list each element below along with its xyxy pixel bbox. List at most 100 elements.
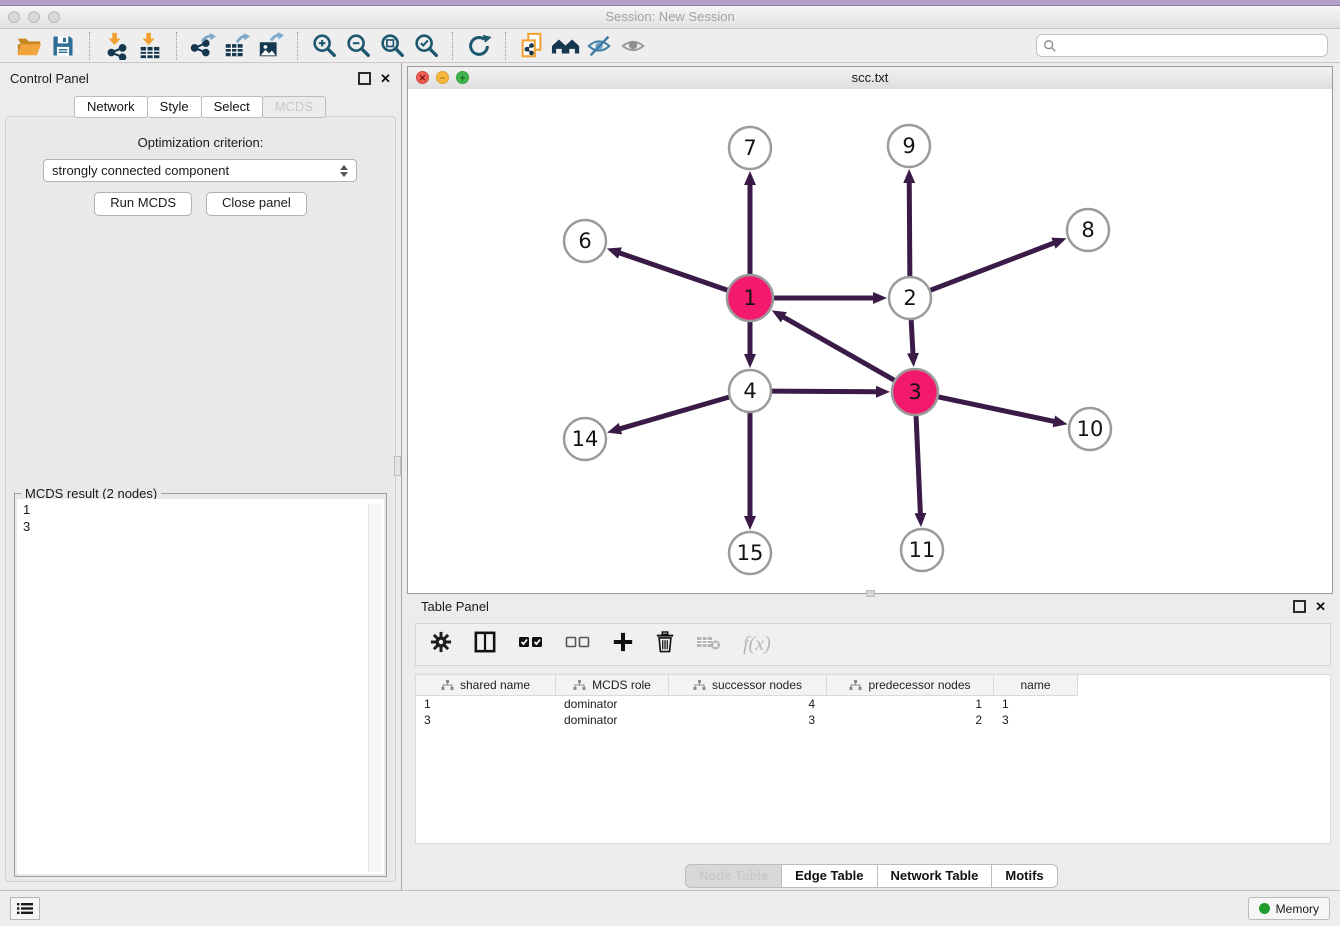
tab-network[interactable]: Network — [74, 96, 148, 118]
zoom-fit-icon[interactable] — [375, 31, 409, 61]
graph-node-label-15: 15 — [737, 541, 764, 565]
add-column-icon[interactable] — [612, 631, 634, 658]
zoom-out-icon[interactable] — [341, 31, 375, 61]
network-window-titlebar[interactable]: ✕ − + scc.txt — [408, 67, 1332, 90]
export-image-icon[interactable] — [254, 31, 288, 61]
graph-edge-3-1[interactable] — [783, 317, 894, 380]
select-all-icon[interactable] — [518, 634, 544, 655]
mcds-result-text[interactable]: 1 3 — [17, 499, 384, 874]
import-table-icon[interactable] — [133, 31, 167, 61]
search-icon — [1043, 39, 1057, 53]
result-scrollbar[interactable] — [368, 504, 382, 872]
home-icon[interactable] — [549, 31, 583, 61]
graph-edge-2-9[interactable] — [909, 182, 910, 276]
column-header-predecessor-nodes[interactable]: predecessor nodes — [827, 675, 994, 695]
toolbar-separator — [452, 32, 453, 60]
table-cell: 3 — [994, 712, 1078, 728]
tab-edge-table[interactable]: Edge Table — [781, 864, 877, 888]
table-cell: 3 — [669, 712, 827, 728]
table-settings-gear-icon[interactable] — [430, 631, 452, 658]
node-table: shared name MCDS role successor nodes pr… — [415, 674, 1331, 844]
network-view-window: ✕ − + scc.txt 7968124314101511 — [407, 66, 1333, 594]
delete-table-icon[interactable] — [696, 633, 722, 656]
run-mcds-button[interactable]: Run MCDS — [94, 192, 192, 216]
control-panel-title: Control Panel — [10, 71, 89, 86]
network-canvas[interactable]: 7968124314101511 — [408, 89, 1332, 593]
shared-column-icon — [441, 680, 454, 691]
table-row[interactable]: 1 dominator 4 1 1 — [416, 696, 1078, 712]
memory-status-icon — [1259, 903, 1270, 914]
close-table-panel-icon[interactable]: ✕ — [1315, 600, 1326, 613]
function-builder-icon[interactable]: f(x) — [743, 633, 771, 656]
export-table-icon[interactable] — [220, 31, 254, 61]
tab-network-table[interactable]: Network Table — [877, 864, 993, 888]
graph-node-label-8: 8 — [1081, 218, 1094, 242]
table-cell: 1 — [994, 696, 1078, 712]
network-graph: 7968124314101511 — [408, 89, 1332, 593]
shared-column-icon — [573, 680, 586, 691]
graph-node-label-1: 1 — [743, 286, 756, 310]
column-header-successor-nodes[interactable]: successor nodes — [669, 675, 827, 695]
tab-motifs[interactable]: Motifs — [991, 864, 1057, 888]
show-columns-icon[interactable] — [473, 631, 497, 658]
save-session-icon[interactable] — [46, 31, 80, 61]
graph-node-label-6: 6 — [578, 229, 591, 253]
import-network-icon[interactable] — [99, 31, 133, 61]
table-cell: dominator — [556, 712, 669, 728]
result-line: 3 — [23, 518, 378, 535]
toolbar-separator — [505, 32, 506, 60]
mcds-result-group: MCDS result (2 nodes) 1 3 — [14, 493, 387, 877]
tab-select[interactable]: Select — [201, 96, 263, 118]
deselect-all-icon[interactable] — [565, 634, 591, 655]
table-row[interactable]: 3 dominator 3 2 3 — [416, 712, 1078, 728]
table-panel: Table Panel ✕ — [407, 596, 1340, 890]
column-header-name[interactable]: name — [994, 675, 1078, 695]
memory-label: Memory — [1276, 902, 1319, 916]
panel-divider — [401, 63, 402, 891]
refresh-layout-icon[interactable] — [462, 31, 496, 61]
table-cell: 1 — [827, 696, 994, 712]
graph-edge-3-10[interactable] — [938, 397, 1054, 422]
graph-edge-3-11[interactable] — [916, 416, 920, 514]
criterion-dropdown[interactable]: strongly connected component — [43, 159, 357, 182]
search-input[interactable] — [1057, 37, 1321, 54]
column-header-shared-name[interactable]: shared name — [416, 675, 556, 695]
tab-node-table[interactable]: Node Table — [685, 864, 782, 888]
graph-edge-4-3[interactable] — [772, 391, 877, 392]
table-cell: 2 — [827, 712, 994, 728]
graph-node-label-4: 4 — [743, 379, 756, 403]
search-box[interactable] — [1036, 34, 1328, 57]
graph-node-label-7: 7 — [743, 136, 756, 160]
delete-column-icon[interactable] — [655, 631, 675, 658]
graph-edge-2-3[interactable] — [911, 320, 913, 354]
toolbar-separator — [89, 32, 90, 60]
column-header-mcds-role[interactable]: MCDS role — [556, 675, 669, 695]
table-header-row: shared name MCDS role successor nodes pr… — [416, 675, 1078, 696]
tab-mcds[interactable]: MCDS — [262, 96, 326, 118]
float-table-panel-icon[interactable] — [1293, 600, 1306, 613]
optimization-criterion-label: Optimization criterion: — [6, 135, 395, 150]
hide-selected-icon[interactable] — [583, 31, 617, 61]
memory-button[interactable]: Memory — [1248, 897, 1330, 920]
graph-node-label-11: 11 — [909, 538, 936, 562]
open-session-icon[interactable] — [12, 31, 46, 61]
close-panel-icon[interactable]: ✕ — [380, 72, 391, 85]
table-cell: dominator — [556, 696, 669, 712]
graph-edge-1-6[interactable] — [619, 253, 727, 290]
panel-splitter-handle[interactable] — [394, 456, 401, 476]
table-toolbar: f(x) — [415, 623, 1331, 666]
graph-edge-4-14[interactable] — [620, 397, 729, 429]
table-tabs: Node Table Edge Table Network Table Moti… — [686, 864, 1058, 888]
close-panel-button[interactable]: Close panel — [206, 192, 307, 216]
criterion-value: strongly connected component — [52, 163, 229, 178]
task-history-button[interactable] — [10, 897, 40, 920]
zoom-in-icon[interactable] — [307, 31, 341, 61]
show-all-icon[interactable] — [617, 31, 651, 61]
tab-style[interactable]: Style — [147, 96, 202, 118]
network-from-selection-icon[interactable] — [515, 31, 549, 61]
export-network-icon[interactable] — [186, 31, 220, 61]
graph-edge-2-8[interactable] — [931, 243, 1055, 290]
zoom-selected-icon[interactable] — [409, 31, 443, 61]
float-panel-icon[interactable] — [358, 72, 371, 85]
main-titlebar: Session: New Session — [0, 6, 1340, 29]
